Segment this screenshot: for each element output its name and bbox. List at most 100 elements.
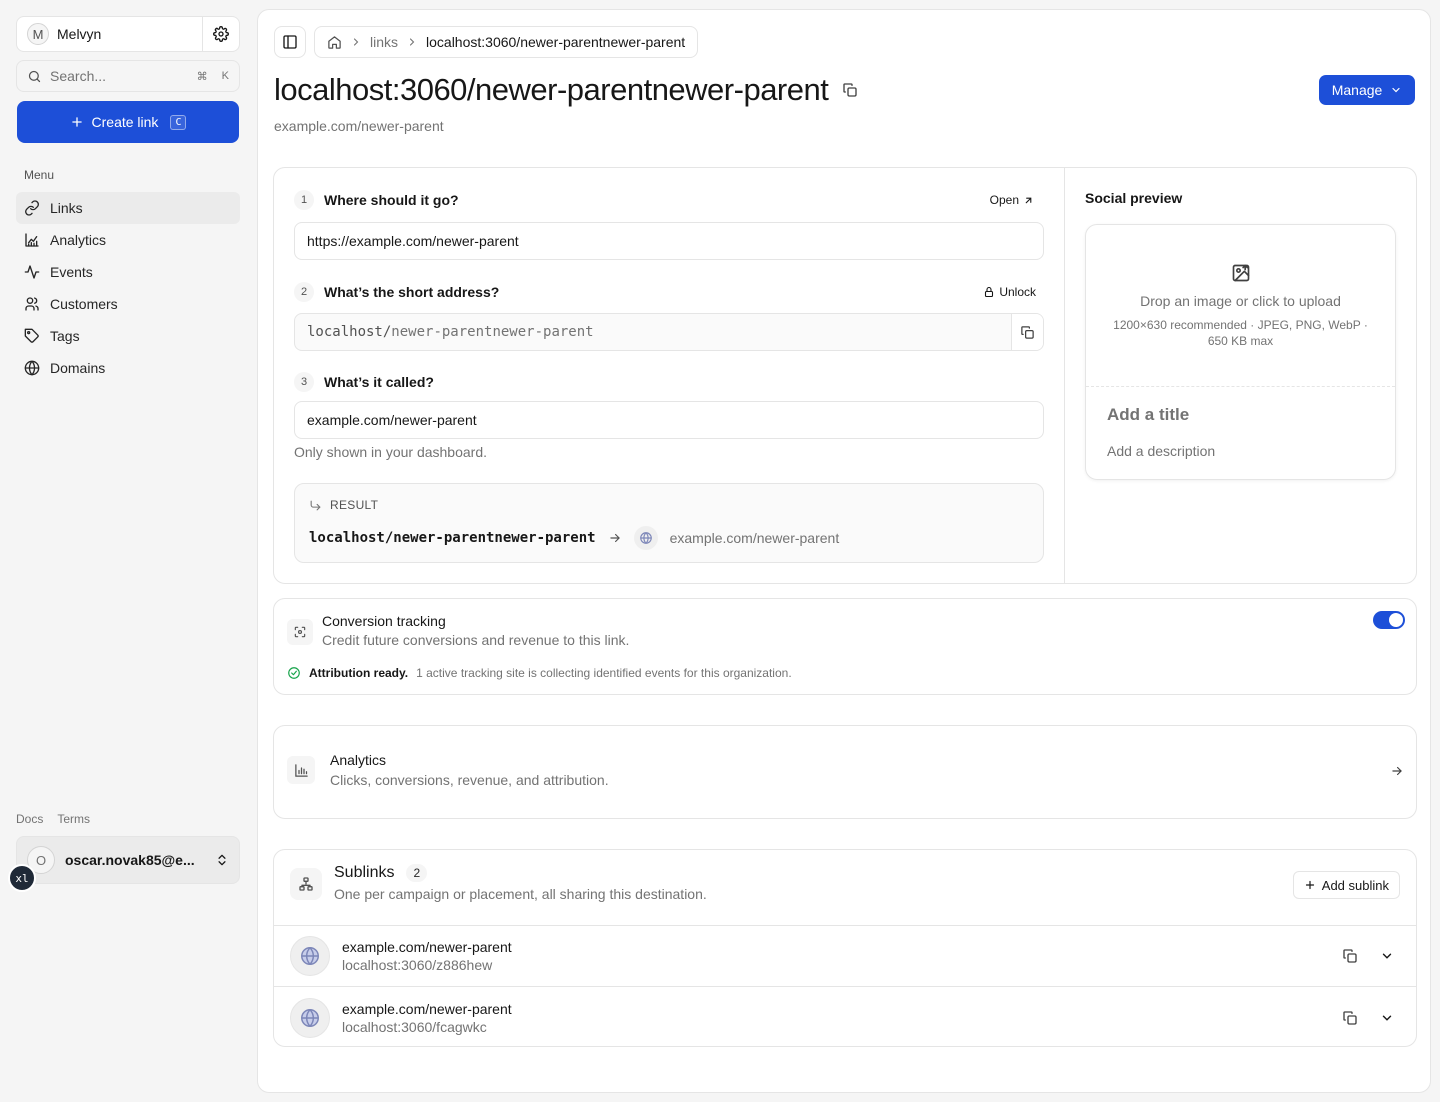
open-link-button[interactable]: Open: [990, 193, 1034, 207]
add-sublink-button[interactable]: Add sublink: [1292, 871, 1400, 899]
chevrons-up-down-icon: [218, 854, 226, 866]
attribution-status-text: 1 active tracking site is collecting ide…: [416, 666, 792, 680]
users-icon: [25, 297, 39, 311]
docs-link[interactable]: Docs: [16, 812, 43, 826]
copy-icon[interactable]: [1342, 1010, 1358, 1026]
step-number: 2: [294, 282, 314, 302]
destination-url-input[interactable]: https://example.com/newer-parent: [294, 222, 1044, 260]
lock-icon: [985, 286, 994, 298]
step-short-address: 2 What’s the short address?: [294, 282, 499, 302]
list-item[interactable]: example.com/newer-parent localhost:3060/…: [274, 926, 1416, 987]
social-title-input[interactable]: Add a title: [1107, 405, 1189, 425]
search-input[interactable]: Search... ⌘ K: [16, 60, 240, 92]
org-name: Melvyn: [57, 26, 102, 42]
sidebar-toggle-button[interactable]: [274, 26, 306, 58]
chevron-down-icon[interactable]: [1380, 1011, 1394, 1025]
social-preview-title: Social preview: [1085, 190, 1183, 206]
sidebar-item-events[interactable]: Events: [16, 256, 240, 288]
attribution-status: Attribution ready. 1 active tracking sit…: [287, 666, 792, 680]
analytics-card[interactable]: Analytics Clicks, conversions, revenue, …: [273, 725, 1417, 819]
copy-icon[interactable]: [842, 82, 858, 98]
social-description-input[interactable]: Add a description: [1107, 443, 1215, 459]
result-label: RESULT: [330, 498, 379, 512]
result-destination: example.com/newer-parent: [669, 530, 840, 546]
terms-link[interactable]: Terms: [57, 812, 90, 826]
social-preview-card: Drop an image or click to upload 1200×63…: [1085, 224, 1396, 480]
user-menu-button[interactable]: O oscar.novak85@e...: [16, 836, 240, 884]
settings-button[interactable]: [203, 17, 239, 51]
image-upload-dropzone[interactable]: Drop an image or click to upload 1200×63…: [1086, 225, 1395, 387]
sublinks-description: One per campaign or placement, all shari…: [334, 886, 707, 902]
sidebar: M Melvyn Search... ⌘ K Create link C Men…: [0, 0, 256, 1102]
toggle-knob: [1389, 613, 1403, 627]
add-sublink-label: Add sublink: [1321, 877, 1389, 893]
step-number: 1: [294, 190, 314, 210]
tag-icon: [24, 328, 39, 343]
unlock-button[interactable]: Unlock: [983, 285, 1036, 299]
conversion-description: Credit future conversions and revenue to…: [322, 632, 630, 648]
shortcut-key: K: [221, 70, 229, 82]
create-link-button[interactable]: Create link C: [17, 101, 239, 143]
result-preview: RESULT localhost/newer-parentnewer-paren…: [294, 483, 1044, 563]
home-icon[interactable]: [327, 35, 342, 50]
short-address-field: localhost/ newer-parentnewer-parent: [294, 313, 1044, 351]
main-panel: links localhost:3060/newer-parentnewer-p…: [257, 9, 1431, 1093]
conversion-title: Conversion tracking: [322, 613, 446, 629]
sidebar-item-label: Customers: [50, 296, 118, 312]
short-address-prefix: localhost/: [307, 324, 392, 340]
sidebar-item-analytics[interactable]: Analytics: [16, 224, 240, 256]
unlock-label: Unlock: [999, 285, 1036, 299]
sidebar-item-label: Analytics: [50, 232, 107, 248]
link-name-value: example.com/newer-parent: [307, 412, 477, 428]
copy-short-address-button[interactable]: [1011, 314, 1043, 350]
step-number: 3: [294, 372, 314, 392]
chevron-right-icon: [409, 38, 415, 46]
org-switcher[interactable]: M Melvyn: [17, 17, 203, 51]
plus-icon: [1305, 880, 1314, 890]
copy-icon: [1021, 325, 1034, 339]
breadcrumb-links[interactable]: links: [370, 34, 398, 50]
chart-icon: [25, 233, 39, 247]
upload-spec: 1200×630 recommended · JPEG, PNG, WebP ·…: [1113, 318, 1368, 348]
result-short-url: localhost/newer-parentnewer-parent: [309, 530, 596, 546]
sidebar-item-tags[interactable]: Tags: [16, 320, 240, 352]
step-label: What’s the short address?: [324, 284, 500, 300]
chevron-down-icon: [1392, 87, 1400, 93]
sublink-short-url: localhost:3060/z886hew: [342, 957, 493, 973]
sublink-actions: [1342, 948, 1394, 964]
list-item[interactable]: example.com/newer-parent localhost:3060/…: [274, 987, 1416, 1046]
sitemap-icon: [290, 868, 322, 900]
shortcut-cmd: ⌘: [196, 70, 208, 83]
breadcrumb: links localhost:3060/newer-parentnewer-p…: [314, 26, 699, 58]
short-address-path: newer-parentnewer-parent: [391, 324, 594, 340]
link-name-hint: Only shown in your dashboard.: [294, 444, 487, 460]
favicon-globe-icon: [290, 936, 330, 976]
chevron-down-icon[interactable]: [1380, 949, 1394, 963]
sublink-actions: [1342, 1010, 1394, 1026]
menu-heading: Menu: [24, 168, 55, 182]
activity-icon: [24, 265, 40, 279]
conversion-tracking-toggle[interactable]: [1373, 611, 1405, 629]
page-title-row: localhost:3060/newer-parentnewer-parent: [274, 72, 858, 108]
image-upload-icon: [1232, 264, 1249, 282]
sidebar-item-links[interactable]: Links: [16, 192, 240, 224]
page-subtitle: example.com/newer-parent: [274, 118, 444, 134]
dev-badge[interactable]: xl: [8, 864, 36, 892]
link-name-input[interactable]: example.com/newer-parent: [294, 401, 1044, 439]
arrow-up-right-icon: [1025, 197, 1032, 203]
step-destination: 1 Where should it go?: [294, 190, 459, 210]
sublinks-card: Sublinks 2 One per campaign or placement…: [273, 849, 1417, 1047]
step-label: Where should it go?: [324, 192, 459, 208]
sublink-texts: example.com/newer-parent localhost:3060/…: [342, 939, 1342, 973]
breadcrumb-current: localhost:3060/newer-parentnewer-parent: [426, 34, 686, 50]
copy-icon[interactable]: [1342, 948, 1358, 964]
manage-button[interactable]: Manage: [1319, 75, 1415, 105]
check-circle-icon: [288, 667, 300, 679]
step-name: 3 What’s it called?: [294, 372, 434, 392]
sidebar-item-customers[interactable]: Customers: [16, 288, 240, 320]
sidebar-nav: Links Analytics Events Customers Tags Do…: [16, 192, 240, 384]
destination-url-value: https://example.com/newer-parent: [307, 233, 519, 249]
search-placeholder: Search...: [50, 68, 107, 84]
page-title: localhost:3060/newer-parentnewer-parent: [274, 72, 829, 107]
sidebar-item-domains[interactable]: Domains: [16, 352, 240, 384]
